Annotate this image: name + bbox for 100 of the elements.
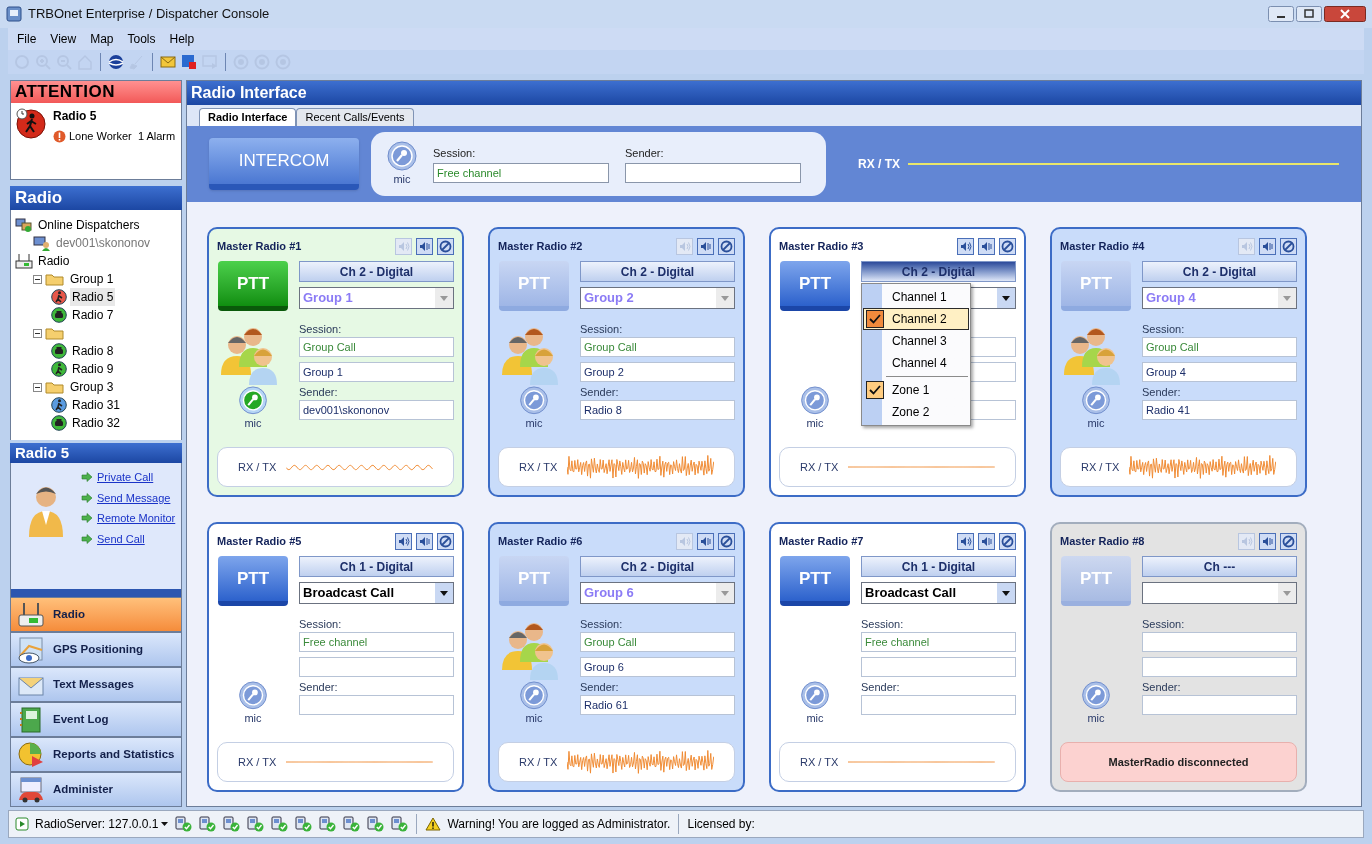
radio-online-icon[interactable] <box>270 816 289 832</box>
block-icon[interactable] <box>718 532 735 550</box>
dispatcher-icon <box>33 235 51 251</box>
session-field: Group Call <box>299 337 454 357</box>
radio-online-icon[interactable] <box>390 816 409 832</box>
block-icon[interactable] <box>999 237 1016 255</box>
menu-item[interactable]: Channel 2 <box>863 308 969 330</box>
warning-icon <box>425 817 442 831</box>
rx-tx-label: RX / TX <box>519 754 558 770</box>
mute-icon[interactable] <box>416 532 433 550</box>
nav-button[interactable]: GPS Positioning <box>10 632 182 667</box>
speaker-icon[interactable] <box>957 237 974 255</box>
nav-button[interactable]: Text Messages <box>10 667 182 702</box>
radio-online-icon[interactable] <box>246 816 265 832</box>
target-field: Group 1 <box>299 362 454 382</box>
menu-item[interactable]: Help <box>164 30 200 48</box>
mute-icon[interactable] <box>1259 532 1276 550</box>
sender-field: Radio 8 <box>580 400 735 420</box>
tree-item[interactable]: Radio 7 <box>70 306 116 324</box>
talkgroup-dropdown[interactable] <box>1142 582 1297 604</box>
menu-item[interactable]: Channel 4 <box>863 352 969 374</box>
tab[interactable]: Radio Interface <box>199 108 297 126</box>
talkgroup-dropdown[interactable]: Broadcast Call <box>861 582 1016 604</box>
menu-item[interactable]: Zone 1 <box>863 379 969 401</box>
collapse-icon[interactable] <box>33 328 42 338</box>
tree-item[interactable]: Radio <box>36 252 72 270</box>
collapse-icon[interactable] <box>33 274 42 284</box>
channel-button[interactable]: Ch 2 - Digital <box>580 261 735 282</box>
radio-online-icon[interactable] <box>222 816 241 832</box>
block-icon[interactable] <box>437 532 454 550</box>
block-icon[interactable] <box>437 237 454 255</box>
channel-button[interactable]: Ch 2 - Digital <box>299 261 454 282</box>
radio-online-icon[interactable] <box>198 816 217 832</box>
tree-item[interactable]: Group 1 <box>68 270 116 288</box>
radio-online-icon[interactable] <box>318 816 337 832</box>
channel-button[interactable]: Ch --- <box>1142 556 1297 577</box>
mute-icon[interactable] <box>978 532 995 550</box>
tree-item[interactable]: Radio 32 <box>70 414 123 432</box>
menu-item[interactable]: Zone 2 <box>863 401 969 423</box>
tree-item[interactable]: Radio 5 <box>70 288 116 306</box>
channel-button[interactable]: Ch 1 - Digital <box>299 556 454 577</box>
arrow-icon <box>81 492 93 503</box>
session-field: Free channel <box>299 632 454 652</box>
radio-online-icon[interactable] <box>174 816 193 832</box>
panel-header: Radio 5 <box>10 443 182 463</box>
action-link[interactable]: Remote Monitor <box>97 510 176 527</box>
talkgroup-dropdown[interactable]: Broadcast Call <box>299 582 454 604</box>
minimize-icon[interactable] <box>1268 6 1294 22</box>
maximize-icon[interactable] <box>1296 6 1322 22</box>
radio-online-icon[interactable] <box>366 816 385 832</box>
menu-item[interactable]: Map <box>85 30 119 48</box>
disconnected-message: MasterRadio disconnected <box>1060 742 1297 782</box>
card-title: Master Radio #1 <box>217 238 302 254</box>
channel-button[interactable]: Ch 2 - Digital <box>1142 261 1297 282</box>
block-icon[interactable] <box>999 532 1016 550</box>
channel-button[interactable]: Ch 2 - Digital <box>861 261 1016 282</box>
mic-label: mic <box>1087 415 1105 431</box>
rx-tx-label: RX / TX <box>800 754 839 770</box>
splitter-handle[interactable] <box>10 589 182 597</box>
menu-item[interactable]: Channel 1 <box>863 286 969 308</box>
close-icon[interactable] <box>1324 6 1366 22</box>
nav-button[interactable]: Event Log <box>10 702 182 737</box>
mute-icon[interactable] <box>978 237 995 255</box>
mute-icon[interactable] <box>697 532 714 550</box>
mute-icon[interactable] <box>697 237 714 255</box>
envelope-icon[interactable] <box>160 54 176 70</box>
mute-icon[interactable] <box>1259 237 1276 255</box>
tab[interactable]: Recent Calls/Events <box>296 108 414 126</box>
action-link[interactable]: Private Call <box>97 469 154 486</box>
menu-item[interactable]: Tools <box>122 30 161 48</box>
action-link[interactable]: Send Call <box>97 530 145 547</box>
channel-button[interactable]: Ch 1 - Digital <box>861 556 1016 577</box>
radio-online-icon[interactable] <box>342 816 361 832</box>
field-label: Session: <box>580 617 624 630</box>
tree-item[interactable]: dev001\skononov <box>54 234 153 252</box>
speaker-icon[interactable] <box>395 532 412 550</box>
block-icon[interactable] <box>718 237 735 255</box>
channel-button[interactable]: Ch 2 - Digital <box>580 556 735 577</box>
tree-item[interactable]: Radio 9 <box>70 360 116 378</box>
block-icon[interactable] <box>1280 237 1297 255</box>
block-icon[interactable] <box>1280 532 1297 550</box>
tree-item[interactable]: Radio 8 <box>70 342 116 360</box>
sender-field: dev001\skononov <box>299 400 454 420</box>
menu-item[interactable]: View <box>45 30 82 48</box>
globe-icon[interactable] <box>108 54 124 70</box>
radio-online-icon[interactable] <box>294 816 313 832</box>
tree-item[interactable]: Radio 31 <box>70 396 123 414</box>
server-dropdown[interactable]: RadioServer: 127.0.0.1 <box>35 815 169 833</box>
mute-icon[interactable] <box>416 237 433 255</box>
tree-item[interactable]: Group 3 <box>68 378 116 396</box>
action-link[interactable]: Send Message <box>97 489 171 506</box>
menu-item[interactable]: File <box>12 30 42 48</box>
speaker-icon[interactable] <box>957 532 974 550</box>
field-label: Sender: <box>580 680 620 693</box>
nav-button[interactable]: Reports and Statistics <box>10 737 182 772</box>
menu-item[interactable]: Channel 3 <box>863 330 969 352</box>
nav-button[interactable]: Radio <box>10 597 182 632</box>
nav-button[interactable]: Administer <box>10 772 182 807</box>
collapse-icon[interactable] <box>33 382 42 392</box>
tree-item[interactable]: Online Dispatchers <box>36 216 142 234</box>
